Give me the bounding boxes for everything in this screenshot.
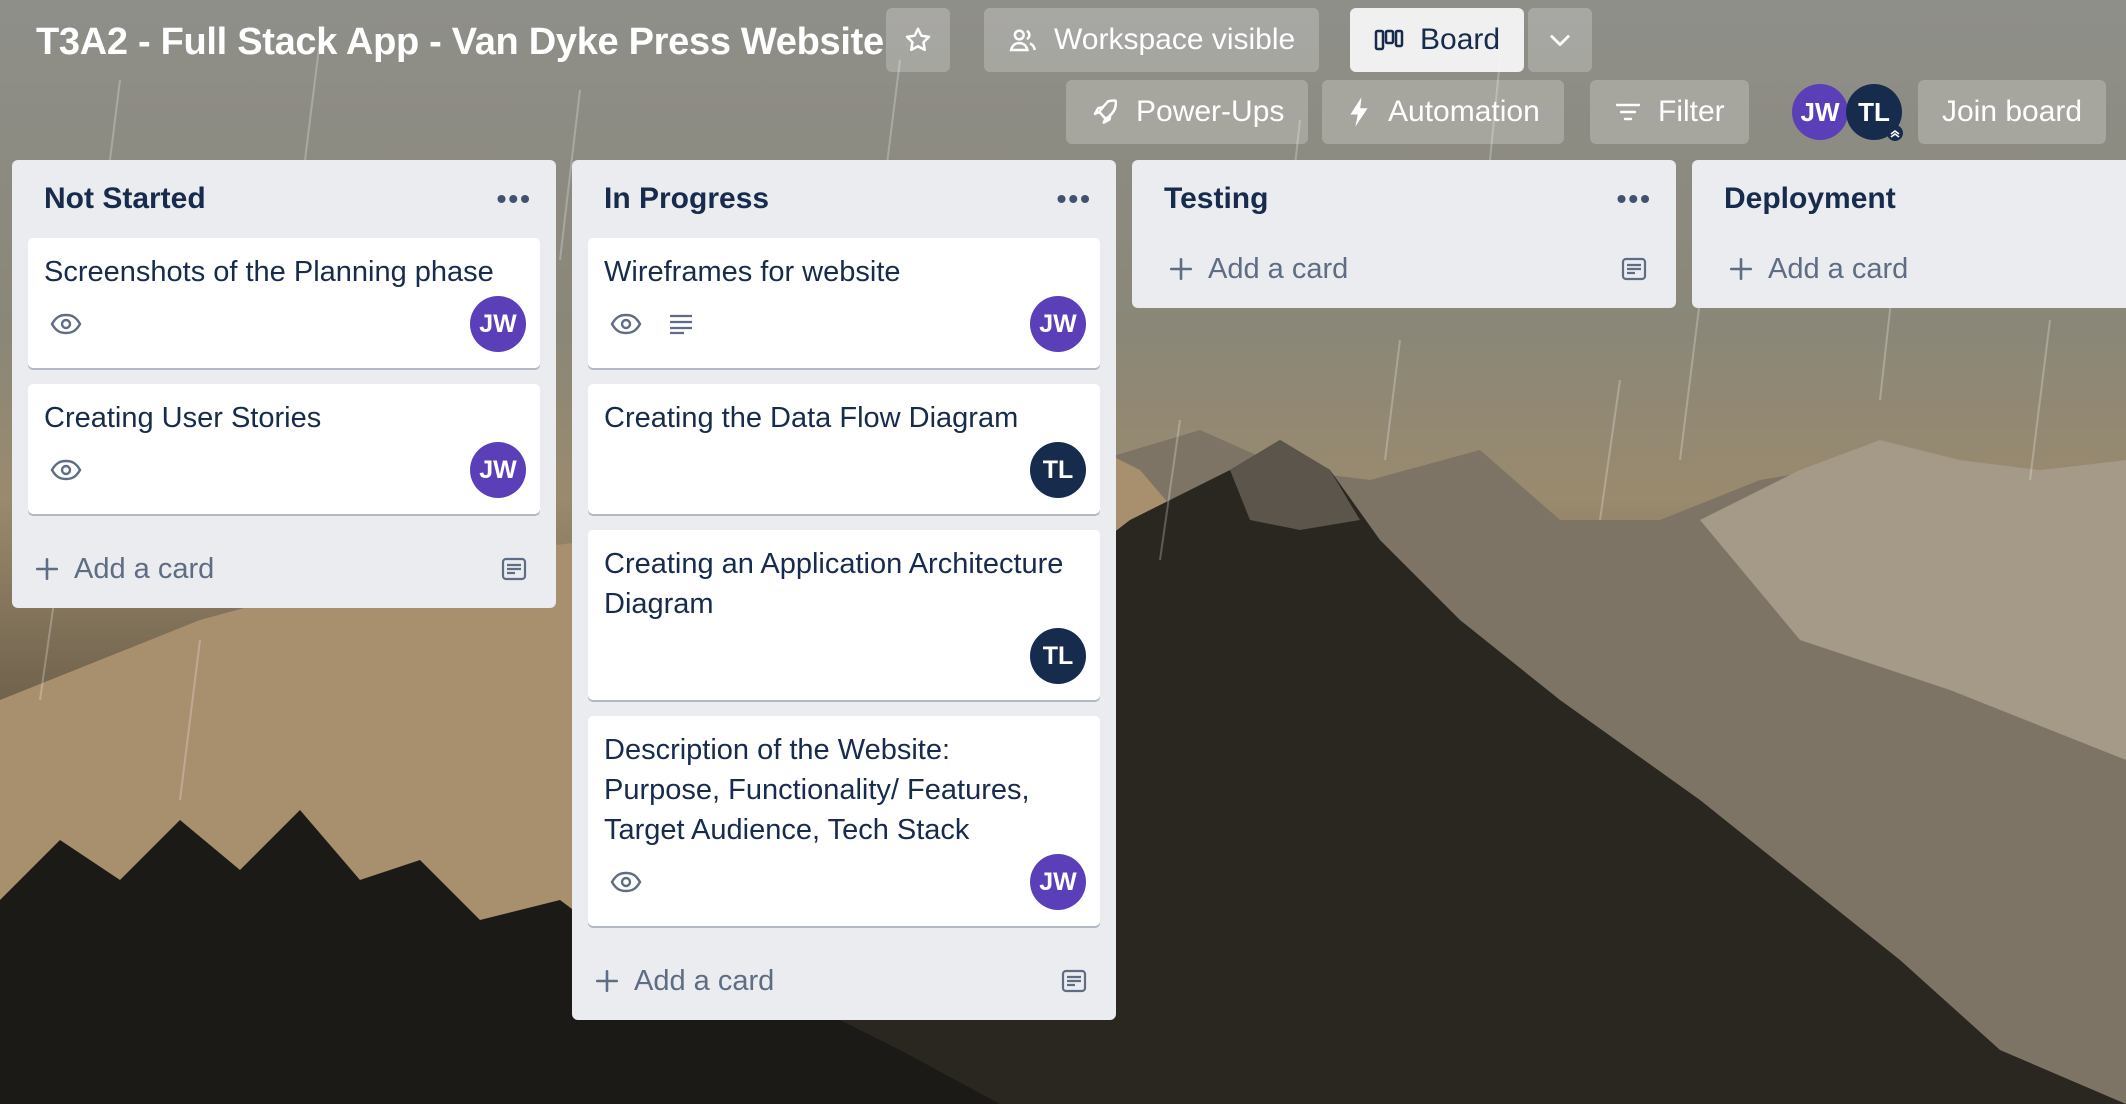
rocket-icon (1093, 99, 1118, 124)
list-not-started[interactable]: Not Started ••• Screenshots of the Plann… (12, 160, 556, 608)
add-card-button[interactable]: Add a card (34, 553, 214, 586)
eye-icon (610, 313, 642, 335)
add-card-button[interactable]: Add a card (1714, 253, 1908, 286)
join-board-button[interactable]: Join board (1918, 80, 2107, 144)
template-icon[interactable] (500, 556, 528, 582)
card-title: Creating User Stories (44, 402, 322, 434)
people-icon (1009, 29, 1037, 52)
workspace-visible-label: Workspace visible (1054, 23, 1296, 56)
board-view-button[interactable]: Board (1350, 8, 1525, 72)
workspace-visible-button[interactable]: Workspace visible (984, 8, 1320, 72)
eye-icon (610, 871, 642, 893)
lightning-icon (1350, 97, 1368, 127)
add-card-button[interactable]: Add a card (594, 965, 774, 998)
admin-chevron-icon (1887, 125, 1903, 141)
card-title: Screenshots of the Planning phase (44, 256, 494, 288)
list-menu-icon[interactable]: ••• (1617, 183, 1652, 215)
power-ups-button[interactable]: Power-Ups (1066, 80, 1309, 144)
template-icon[interactable] (1620, 256, 1648, 282)
add-card-label: Add a card (1208, 252, 1349, 285)
card-member-avatar[interactable]: JW (1030, 296, 1086, 352)
member-avatar-jw[interactable]: JW (1792, 84, 1848, 140)
list-header: In Progress ••• (572, 160, 1116, 238)
add-card-label: Add a card (74, 552, 215, 585)
card-member-avatar[interactable]: TL (1030, 628, 1086, 684)
plus-icon (1169, 257, 1193, 281)
list-testing[interactable]: Testing ••• Add a card (1132, 160, 1676, 308)
power-ups-label: Power-Ups (1136, 95, 1285, 128)
star-icon (905, 27, 931, 52)
filter-label: Filter (1658, 95, 1725, 128)
card-member-avatar[interactable]: JW (470, 442, 526, 498)
card-title: Creating the Data Flow Diagram (604, 402, 1019, 434)
star-button[interactable] (886, 8, 950, 72)
card-title: Wireframes for website (604, 256, 901, 288)
eye-icon (50, 313, 82, 335)
join-board-label: Join board (1942, 95, 2083, 128)
list-title[interactable]: Not Started (44, 182, 206, 216)
card-title: Description of the Website: Purpose, Fun… (604, 734, 1030, 846)
member-avatar-tl[interactable]: TL (1846, 84, 1903, 141)
card-member-avatar[interactable]: TL (1030, 442, 1086, 498)
view-switcher-button[interactable] (1528, 8, 1592, 72)
list-header: Deployment (1692, 160, 2126, 238)
list-title[interactable]: Deployment (1724, 182, 1896, 216)
filter-button[interactable]: Filter (1590, 80, 1749, 144)
list-title[interactable]: Testing (1164, 182, 1268, 216)
card-title: Creating an Application Architecture Dia… (604, 548, 1064, 620)
list-header: Testing ••• (1132, 160, 1676, 238)
automation-label: Automation (1388, 95, 1540, 128)
list-title[interactable]: In Progress (604, 182, 769, 216)
board-title[interactable]: T3A2 - Full Stack App - Van Dyke Press W… (36, 14, 884, 70)
card[interactable]: Creating the Data Flow Diagram TL (588, 384, 1100, 514)
card-member-avatar[interactable]: JW (1030, 854, 1086, 910)
chevron-down-icon (1550, 35, 1570, 47)
plus-icon (35, 557, 59, 581)
board-view-icon (1374, 29, 1404, 51)
automation-button[interactable]: Automation (1322, 80, 1564, 144)
list-header: Not Started ••• (12, 160, 556, 238)
card[interactable]: Wireframes for website JW (588, 238, 1100, 368)
list-in-progress[interactable]: In Progress ••• Wireframes for website J… (572, 160, 1116, 1020)
template-icon[interactable] (1060, 968, 1088, 994)
card[interactable]: Description of the Website: Purpose, Fun… (588, 716, 1100, 926)
list-deployment[interactable]: Deployment Add a card (1692, 160, 2126, 308)
card[interactable]: Creating an Application Architecture Dia… (588, 530, 1100, 700)
list-menu-icon[interactable]: ••• (1057, 183, 1092, 215)
description-icon (670, 314, 692, 335)
filter-icon (1615, 103, 1641, 121)
add-card-button[interactable]: Add a card (1154, 253, 1348, 286)
add-card-label: Add a card (1768, 252, 1909, 285)
card[interactable]: Creating User Stories JW (28, 384, 540, 514)
plus-icon (595, 969, 619, 993)
card[interactable]: Screenshots of the Planning phase JW (28, 238, 540, 368)
eye-icon (50, 459, 82, 481)
list-menu-icon[interactable]: ••• (497, 183, 532, 215)
plus-icon (1729, 257, 1753, 281)
add-card-label: Add a card (634, 964, 775, 997)
board-view-label: Board (1420, 23, 1501, 56)
card-member-avatar[interactable]: JW (470, 296, 526, 352)
